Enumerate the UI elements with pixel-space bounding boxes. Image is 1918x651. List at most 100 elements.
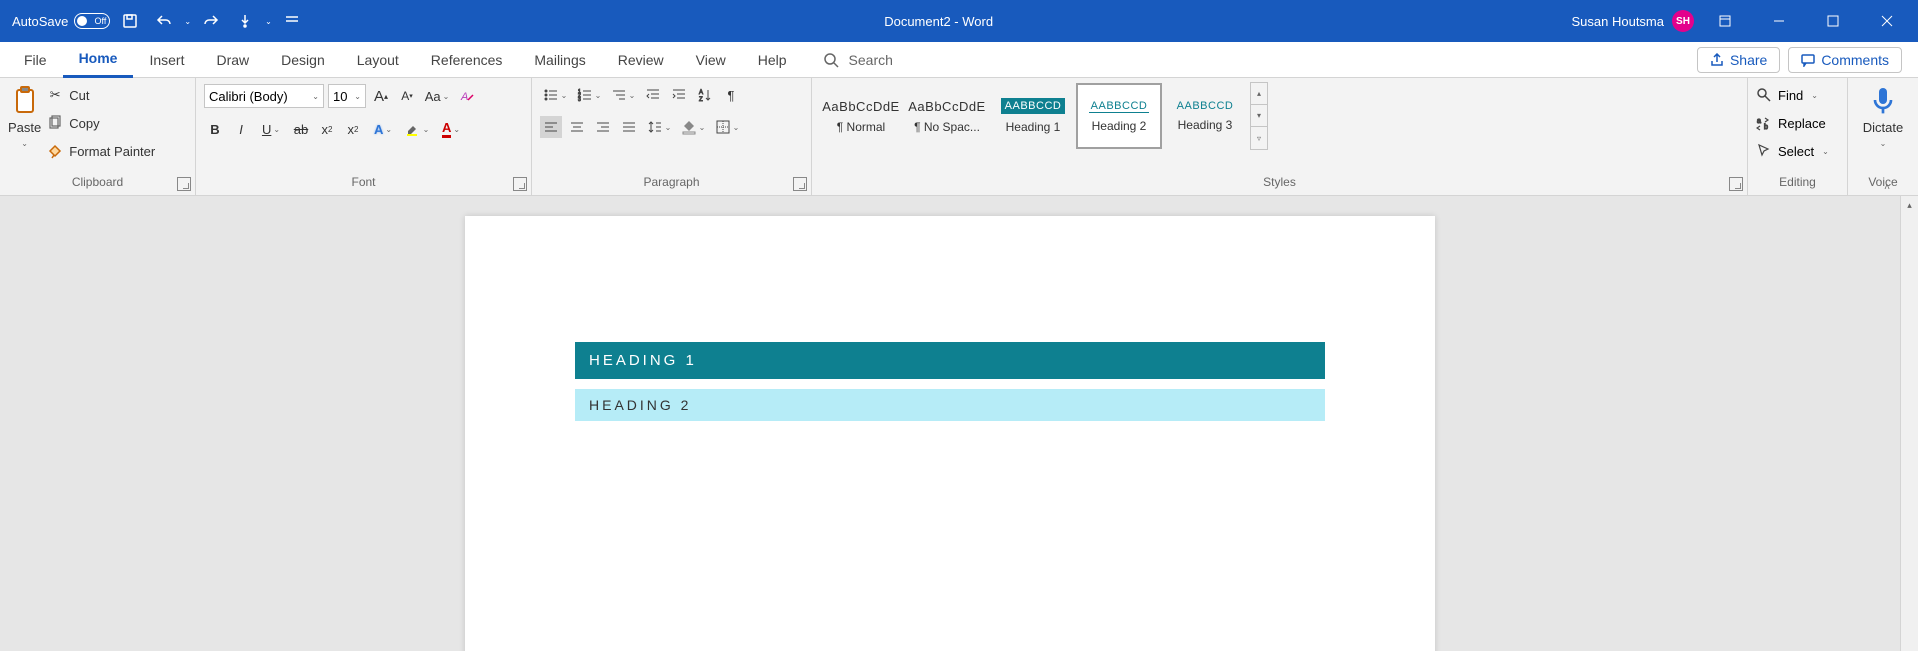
font-size-combo[interactable]: 10⌄ [328, 84, 366, 108]
page[interactable]: HEADING 1 HEADING 2 [465, 216, 1435, 651]
style-no-spacing[interactable]: AaBbCcDdE¶ No Spac... [904, 83, 990, 149]
tab-review[interactable]: Review [602, 42, 680, 78]
multilevel-list-button[interactable]: ⌄ [608, 84, 638, 106]
align-center-button[interactable] [566, 116, 588, 138]
shrink-font-button[interactable]: A▾ [396, 85, 418, 107]
undo-dropdown-icon[interactable]: ⌄ [184, 17, 191, 26]
collapse-ribbon-button[interactable]: ˄ [1878, 178, 1896, 196]
format-painter-button[interactable]: Format Painter [47, 140, 155, 162]
document-title: Document2 - Word [306, 14, 1572, 29]
close-button[interactable] [1864, 0, 1910, 42]
style-normal[interactable]: AaBbCcDdE¶ Normal [818, 83, 904, 149]
group-label-styles: Styles [812, 171, 1747, 195]
touch-mode-button[interactable] [231, 7, 259, 35]
tab-layout[interactable]: Layout [341, 42, 415, 78]
group-label-clipboard: Clipboard [0, 171, 195, 195]
user-name[interactable]: Susan Houtsma [1572, 14, 1665, 29]
select-button[interactable]: Select⌄ [1756, 140, 1829, 162]
styles-expand[interactable]: ▿ [1251, 127, 1267, 149]
sort-button[interactable]: AZ [694, 84, 716, 106]
redo-button[interactable] [197, 7, 225, 35]
tab-file[interactable]: File [8, 42, 63, 78]
autosave-toggle[interactable]: AutoSave Off [12, 13, 110, 29]
replace-button[interactable]: abReplace [1756, 112, 1829, 134]
styles-scroll: ▴ ▾ ▿ [1250, 82, 1268, 150]
grow-font-button[interactable]: A▴ [370, 85, 392, 107]
bullets-button[interactable]: ⌄ [540, 84, 570, 106]
save-button[interactable] [116, 7, 144, 35]
scroll-up-icon[interactable]: ▴ [1901, 196, 1918, 214]
clear-formatting-button[interactable]: A [456, 85, 478, 107]
align-left-button[interactable] [540, 116, 562, 138]
group-clipboard: Paste ⌄ ✂Cut Copy Format Painter Clipboa… [0, 78, 196, 195]
svg-text:A: A [460, 91, 468, 103]
qat-dropdown-icon[interactable]: ⌄ [265, 17, 272, 26]
increase-indent-button[interactable] [668, 84, 690, 106]
style-heading-1[interactable]: AABBCCDHeading 1 [990, 83, 1076, 149]
undo-button[interactable] [150, 7, 178, 35]
comments-button[interactable]: Comments [1788, 47, 1902, 73]
share-button[interactable]: Share [1697, 47, 1780, 73]
font-color-button[interactable]: A⌄ [436, 118, 466, 140]
change-case-button[interactable]: Aa⌄ [422, 85, 452, 107]
italic-button[interactable]: I [230, 118, 252, 140]
clipboard-launcher[interactable] [177, 177, 191, 191]
superscript-button[interactable]: x2 [342, 118, 364, 140]
qat-customize-button[interactable] [278, 7, 306, 35]
subscript-button[interactable]: x2 [316, 118, 338, 140]
text-effects-button[interactable]: A⌄ [368, 118, 398, 140]
heading-1-text[interactable]: HEADING 1 [575, 342, 1325, 379]
svg-text:Z: Z [699, 97, 703, 103]
document-canvas[interactable]: HEADING 1 HEADING 2 [0, 196, 1900, 651]
borders-button[interactable]: ⌄ [712, 116, 742, 138]
styles-scroll-down[interactable]: ▾ [1251, 105, 1267, 127]
svg-text:3: 3 [578, 97, 581, 103]
ribbon-tabs: File Home Insert Draw Design Layout Refe… [0, 42, 1918, 78]
search-input[interactable]: Search [823, 52, 893, 68]
tab-draw[interactable]: Draw [200, 42, 265, 78]
user-avatar[interactable]: SH [1672, 10, 1694, 32]
decrease-indent-button[interactable] [642, 84, 664, 106]
justify-button[interactable] [618, 116, 640, 138]
shading-button[interactable]: ⌄ [678, 116, 708, 138]
tab-references[interactable]: References [415, 42, 519, 78]
maximize-button[interactable] [1810, 0, 1856, 42]
font-launcher[interactable] [513, 177, 527, 191]
vertical-scrollbar[interactable]: ▴ [1900, 196, 1918, 651]
group-paragraph: ⌄ 123⌄ ⌄ AZ ¶ ⌄ ⌄ ⌄ Paragraph [532, 78, 812, 195]
tab-insert[interactable]: Insert [133, 42, 200, 78]
style-heading-2[interactable]: AABBCCDHeading 2 [1076, 83, 1162, 149]
underline-button[interactable]: U⌄ [256, 118, 286, 140]
line-spacing-button[interactable]: ⌄ [644, 116, 674, 138]
group-styles: AaBbCcDdE¶ Normal AaBbCcDdE¶ No Spac... … [812, 78, 1748, 195]
tab-home[interactable]: Home [63, 42, 134, 78]
styles-scroll-up[interactable]: ▴ [1251, 83, 1267, 105]
paste-icon [9, 84, 41, 116]
tab-help[interactable]: Help [742, 42, 803, 78]
tab-mailings[interactable]: Mailings [518, 42, 601, 78]
scissors-icon: ✂ [47, 87, 63, 103]
copy-button[interactable]: Copy [47, 112, 155, 134]
highlight-button[interactable]: ⌄ [402, 118, 432, 140]
strikethrough-button[interactable]: ab [290, 118, 312, 140]
bold-button[interactable]: B [204, 118, 226, 140]
style-heading-3[interactable]: AABBCCDHeading 3 [1162, 83, 1248, 149]
tab-view[interactable]: View [680, 42, 742, 78]
numbering-button[interactable]: 123⌄ [574, 84, 604, 106]
show-marks-button[interactable]: ¶ [720, 84, 742, 106]
minimize-button[interactable] [1756, 0, 1802, 42]
ribbon-display-button[interactable] [1702, 0, 1748, 42]
align-right-button[interactable] [592, 116, 614, 138]
cut-button[interactable]: ✂Cut [47, 84, 155, 106]
dictate-button[interactable]: Dictate ⌄ [1863, 84, 1903, 148]
styles-launcher[interactable] [1729, 177, 1743, 191]
tab-design[interactable]: Design [265, 42, 341, 78]
paste-button[interactable]: Paste ⌄ [8, 84, 41, 148]
find-button[interactable]: Find⌄ [1756, 84, 1829, 106]
paragraph-launcher[interactable] [793, 177, 807, 191]
title-bar: AutoSave Off ⌄ ⌄ Document2 - Word Susan … [0, 0, 1918, 42]
copy-icon [47, 115, 63, 131]
autosave-label: AutoSave [12, 14, 68, 29]
font-name-combo[interactable]: Calibri (Body)⌄ [204, 84, 324, 108]
heading-2-text[interactable]: HEADING 2 [575, 389, 1325, 421]
